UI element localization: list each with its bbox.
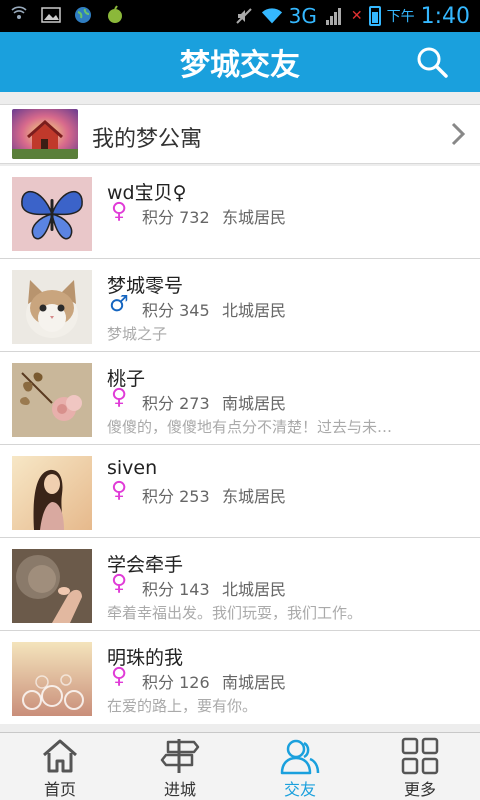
friend-avatar <box>12 177 92 251</box>
page-title: 梦城交友 <box>180 48 300 83</box>
nav-more-label: 更多 <box>403 780 436 799</box>
globe-icon <box>72 4 94 26</box>
female-icon: ♀ <box>110 571 128 596</box>
friend-avatar <box>12 642 92 716</box>
network-type: 3G <box>288 4 317 28</box>
female-icon: ♀ <box>110 385 128 410</box>
female-icon: ♀ <box>110 199 128 224</box>
search-icon <box>417 47 448 78</box>
chevron-right-icon <box>451 122 466 146</box>
my-apartment-row[interactable]: 我的梦公寓 <box>0 104 480 164</box>
signal-icon <box>323 5 345 27</box>
friend-score: 积分 143 <box>142 580 210 599</box>
status-time: 1:40 <box>420 3 470 29</box>
nav-friends[interactable]: 交友 <box>240 733 360 800</box>
friend-name: siven <box>107 457 158 479</box>
female-icon: ♀ <box>110 478 128 503</box>
friend-bio: 梦城之子 <box>107 325 168 343</box>
status-indicators: 3G ✕ 下午 1:40 <box>233 2 470 30</box>
bottom-nav: 首页 进城 交友 更多 <box>0 732 480 800</box>
friend-avatar <box>12 270 92 344</box>
status-notifications <box>8 4 126 26</box>
friend-district: 南城居民 <box>222 394 287 413</box>
signpost-icon <box>160 739 200 773</box>
friends-icon <box>280 739 320 775</box>
friend-district: 北城居民 <box>222 580 287 599</box>
status-bar: 3G ✕ 下午 1:40 <box>0 0 480 32</box>
nav-enter-city[interactable]: 进城 <box>120 733 240 800</box>
app-header: 梦城交友 <box>0 32 480 92</box>
nav-friends-label: 交友 <box>283 780 316 799</box>
apartment-thumbnail <box>12 109 78 159</box>
male-icon: ♂ <box>109 292 129 317</box>
friend-score: 积分 273 <box>142 394 210 413</box>
friend-score: 积分 732 <box>142 208 210 227</box>
friend-row[interactable]: wd宝贝♀ ♀ 积分 732 东城居民 <box>0 166 480 259</box>
friend-row[interactable]: siven ♀ 积分 253 东城居民 <box>0 445 480 538</box>
nav-enter-city-label: 进城 <box>163 780 196 799</box>
search-button[interactable] <box>414 44 450 80</box>
no-signal-icon: ✕ <box>350 8 363 24</box>
friend-score: 积分 345 <box>142 301 210 320</box>
nav-more[interactable]: 更多 <box>360 733 480 800</box>
wifi-hotspot-icon <box>8 4 30 26</box>
status-ampm: 下午 <box>386 9 415 25</box>
friend-bio: 傻傻的，傻傻地有点分不清楚！过去与未… <box>107 418 393 436</box>
friends-list: wd宝贝♀ ♀ 积分 732 东城居民 梦城零号 ♂ 积分 345 北城居民 梦… <box>0 166 480 724</box>
home-icon <box>43 739 77 773</box>
friend-district: 南城居民 <box>222 673 287 692</box>
friend-avatar <box>12 363 92 437</box>
friend-row[interactable]: 明珠的我 ♀ 积分 126 南城居民 在爱的路上，要有你。 <box>0 631 480 724</box>
friend-row[interactable]: 桃子 ♀ 积分 273 南城居民 傻傻的，傻傻地有点分不清楚！过去与未… <box>0 352 480 445</box>
main-content: 我的梦公寓 wd宝贝♀ ♀ 积分 732 东城居民 梦城零号 ♂ 积分 345 … <box>0 92 480 732</box>
apartment-label: 我的梦公寓 <box>92 127 203 152</box>
friend-score: 积分 126 <box>142 673 210 692</box>
wifi-icon <box>261 5 283 27</box>
friend-avatar <box>12 549 92 623</box>
friend-bio: 牵着幸福出发。我们玩耍，我们工作。 <box>107 604 363 622</box>
friend-district: 北城居民 <box>222 301 287 320</box>
nav-home-label: 首页 <box>43 780 76 799</box>
app-icon <box>104 4 126 26</box>
battery-icon <box>368 6 381 26</box>
nav-home[interactable]: 首页 <box>0 733 120 800</box>
friend-score: 积分 253 <box>142 487 210 506</box>
female-icon: ♀ <box>110 664 128 689</box>
friend-district: 东城居民 <box>222 487 287 506</box>
friend-district: 东城居民 <box>222 208 287 227</box>
friend-row[interactable]: 学会牵手 ♀ 积分 143 北城居民 牵着幸福出发。我们玩耍，我们工作。 <box>0 538 480 631</box>
image-icon <box>40 4 62 26</box>
friend-row[interactable]: 梦城零号 ♂ 积分 345 北城居民 梦城之子 <box>0 259 480 352</box>
friend-avatar <box>12 456 92 530</box>
mute-icon <box>233 5 255 27</box>
grid-icon <box>401 737 439 775</box>
friend-bio: 在爱的路上，要有你。 <box>107 697 258 715</box>
